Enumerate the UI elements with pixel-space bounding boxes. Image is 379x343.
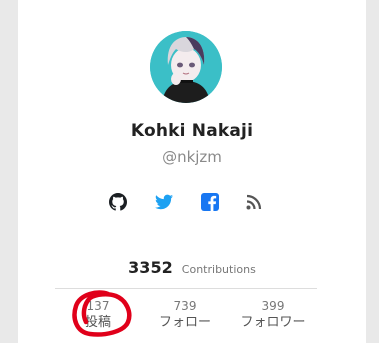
- stat-posts[interactable]: 137 投稿: [53, 299, 143, 333]
- stat-following-value: 739: [173, 299, 197, 313]
- stat-followers-label: フォロワー: [240, 315, 306, 330]
- avatar[interactable]: [150, 31, 222, 103]
- stat-followers-value: 399: [261, 299, 285, 313]
- facebook-icon: [201, 193, 219, 211]
- twitter-link[interactable]: [153, 191, 175, 213]
- avatar-illustration: [150, 31, 222, 103]
- github-icon: [109, 193, 127, 211]
- stat-following-label: フォロー: [158, 315, 211, 330]
- stat-posts-label: 投稿: [84, 315, 111, 330]
- stat-followers[interactable]: 399 フォロワー: [228, 299, 318, 333]
- profile-card: Kohki Nakaji @nkjzm 3352 Contributions 1…: [18, 0, 366, 343]
- profile-name: Kohki Nakaji: [130, 121, 254, 141]
- contributions-count: 3352: [128, 258, 173, 277]
- stat-posts-value: 137: [86, 299, 110, 313]
- stat-following[interactable]: 739 フォロー: [140, 299, 230, 333]
- twitter-icon: [155, 194, 173, 210]
- contributions-label: Contributions: [181, 263, 256, 276]
- contributions: 3352 Contributions: [18, 258, 366, 277]
- divider: [55, 288, 317, 289]
- github-link[interactable]: [107, 191, 129, 213]
- rss-icon: [246, 194, 262, 210]
- rss-link[interactable]: [243, 191, 265, 213]
- facebook-link[interactable]: [199, 191, 221, 213]
- profile-handle: @nkjzm: [162, 148, 222, 166]
